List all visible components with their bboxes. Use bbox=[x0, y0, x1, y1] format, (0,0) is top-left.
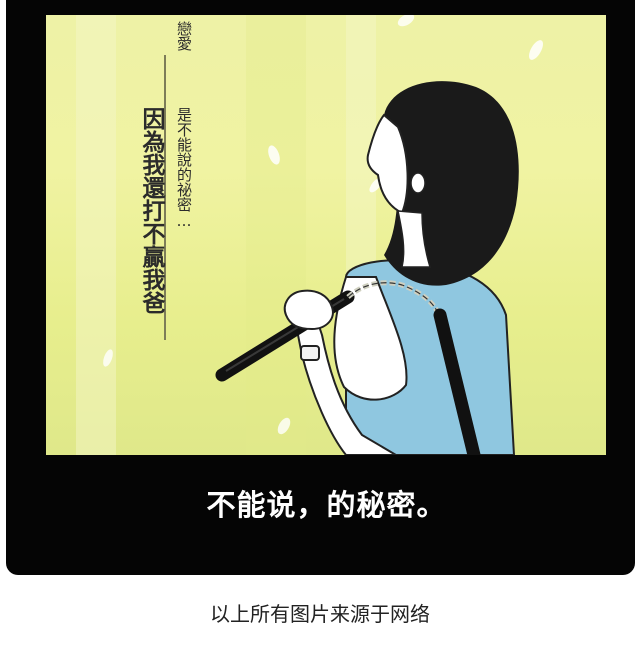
black-frame: 戀愛 是不能說的祕密… 因為我還打不贏我爸 不能说，的秘密。 bbox=[6, 0, 635, 575]
vertical-text-small-2: 是不能說的祕密… bbox=[175, 107, 193, 230]
vertical-text-large: 因為我還打不贏我爸 bbox=[138, 107, 164, 314]
comic-illustration bbox=[76, 15, 543, 455]
vertical-text-small-1: 戀愛 bbox=[175, 21, 193, 51]
comic-panel: 戀愛 是不能說的祕密… 因為我還打不贏我爸 bbox=[46, 15, 606, 455]
source-note: 以上所有图片来源于网络 bbox=[210, 602, 430, 626]
comic-caption: 不能说，的秘密。 bbox=[206, 488, 447, 522]
